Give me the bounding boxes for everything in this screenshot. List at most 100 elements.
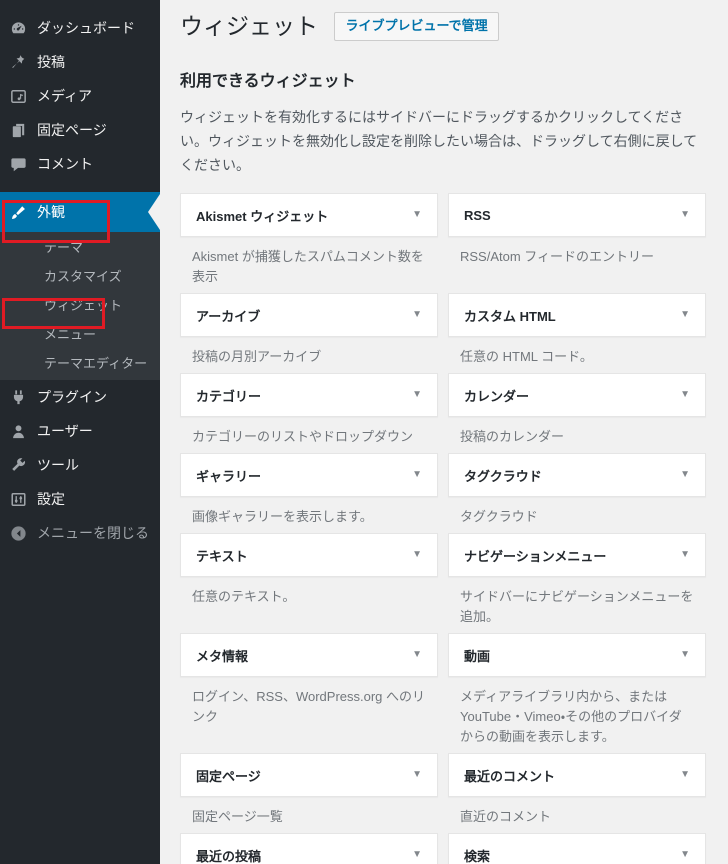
widget: RSS ▼ RSS/Atom フィードのエントリー: [448, 193, 706, 273]
widget-title: Akismet ウィジェット: [196, 208, 329, 224]
page-title: ウィジェット: [180, 13, 318, 39]
chevron-down-icon[interactable]: ▼: [680, 770, 690, 780]
widget-card[interactable]: アーカイブ ▼: [180, 293, 438, 337]
chevron-down-icon[interactable]: ▼: [412, 550, 422, 560]
pin-icon: [8, 52, 28, 72]
widget-description: カテゴリーのリストやドロップダウン: [192, 429, 414, 444]
widget-card[interactable]: RSS ▼: [448, 193, 706, 237]
widget-description: タグクラウド: [460, 509, 538, 524]
chevron-down-icon[interactable]: ▼: [680, 310, 690, 320]
chevron-down-icon[interactable]: ▼: [412, 470, 422, 480]
sidebar-item[interactable]: 投稿: [0, 45, 160, 79]
sidebar-item[interactable]: 外観: [0, 192, 160, 232]
widget-card[interactable]: ナビゲーションメニュー ▼: [448, 533, 706, 577]
chevron-down-icon[interactable]: ▼: [680, 850, 690, 860]
widget-description: RSS/Atom フィードのエントリー: [460, 249, 655, 264]
widget-description: 画像ギャラリーを表示します。: [192, 509, 373, 524]
sidebar-item[interactable]: 固定ページ: [0, 113, 160, 147]
chevron-down-icon[interactable]: ▼: [412, 310, 422, 320]
widget-card[interactable]: テキスト ▼: [180, 533, 438, 577]
widget-title: アーカイブ: [196, 308, 261, 324]
widget-card[interactable]: Akismet ウィジェット ▼: [180, 193, 438, 237]
sidebar-item[interactable]: メディア: [0, 79, 160, 113]
widget: テキスト ▼ 任意のテキスト。: [180, 533, 438, 613]
available-widgets-heading: 利用できるウィジェット: [180, 73, 356, 90]
widget: メタ情報 ▼ ログイン、RSS、WordPress.org へのリンク: [180, 633, 438, 733]
widget: 最近のコメント ▼ 直近のコメント: [448, 753, 706, 833]
widget-card[interactable]: 最近のコメント ▼: [448, 753, 706, 797]
widget: 動画 ▼ メディアライブラリ内から、または YouTube・Vimeo・その他の…: [448, 633, 706, 753]
sidebar-item-label: プラグイン: [37, 389, 107, 405]
sidebar-item[interactable]: プラグイン: [0, 380, 160, 414]
widget-description: メディアライブラリ内から、または YouTube・Vimeo・その他のプロバイダ…: [460, 689, 682, 744]
chevron-down-icon[interactable]: ▼: [412, 850, 422, 860]
sidebar-item-label: ツール: [37, 457, 79, 473]
widget: アーカイブ ▼ 投稿の月別アーカイブ: [180, 293, 438, 373]
sidebar-item[interactable]: コメント: [0, 147, 160, 181]
widget-title: 最近のコメント: [464, 768, 556, 784]
chevron-down-icon[interactable]: ▼: [412, 390, 422, 400]
sidebar-item-label: メディア: [37, 88, 93, 104]
dashboard-icon: [8, 18, 28, 38]
widget: ギャラリー ▼ 画像ギャラリーを表示します。: [180, 453, 438, 533]
sidebar-item[interactable]: メニューを閉じる: [0, 516, 160, 550]
sidebar-item-label: ユーザー: [37, 423, 93, 439]
submenu-item[interactable]: テーマエディター: [0, 349, 160, 378]
submenu-item[interactable]: カスタマイズ: [0, 262, 160, 291]
widget-title: ナビゲーションメニュー: [464, 548, 607, 564]
media-icon: [8, 86, 28, 106]
widget: タグクラウド ▼ タグクラウド: [448, 453, 706, 533]
sidebar-item[interactable]: ツール: [0, 448, 160, 482]
sidebar-item-label: ダッシュボード: [37, 20, 135, 36]
live-preview-button[interactable]: ライブプレビューで管理: [334, 12, 499, 41]
chevron-down-icon[interactable]: ▼: [412, 650, 422, 660]
widget-card[interactable]: 固定ページ ▼: [180, 753, 438, 797]
widget-card[interactable]: タグクラウド ▼: [448, 453, 706, 497]
chevron-down-icon[interactable]: ▼: [680, 210, 690, 220]
sidebar-item[interactable]: 設定: [0, 482, 160, 516]
widget-card[interactable]: カテゴリー ▼: [180, 373, 438, 417]
settings-icon: [8, 489, 28, 509]
widget-description: 投稿の月別アーカイブ: [192, 349, 322, 364]
users-icon: [8, 421, 28, 441]
plugin-icon: [8, 387, 28, 407]
available-widgets-grid: Akismet ウィジェット ▼ Akismet が捕獲したスパムコメント数を表…: [180, 193, 706, 864]
chevron-down-icon[interactable]: ▼: [680, 390, 690, 400]
submenu-item[interactable]: テーマ: [0, 233, 160, 262]
sidebar-item-label: コメント: [37, 156, 93, 172]
widget-card[interactable]: 最近の投稿 ▼: [180, 833, 438, 864]
widget-card[interactable]: ギャラリー ▼: [180, 453, 438, 497]
sidebar-item[interactable]: ユーザー: [0, 414, 160, 448]
widget-card[interactable]: メタ情報 ▼: [180, 633, 438, 677]
widget-title: 検索: [464, 848, 491, 864]
widget-card[interactable]: 動画 ▼: [448, 633, 706, 677]
widget: 検索 ▼: [448, 833, 706, 864]
widget-title: ギャラリー: [196, 468, 262, 484]
comments-icon: [8, 154, 28, 174]
tools-icon: [8, 455, 28, 475]
widget-description: 固定ページ一覧: [192, 809, 283, 824]
submenu-item[interactable]: ウィジェット: [0, 291, 160, 320]
chevron-down-icon[interactable]: ▼: [680, 550, 690, 560]
widget-card[interactable]: 検索 ▼: [448, 833, 706, 864]
chevron-down-icon[interactable]: ▼: [412, 770, 422, 780]
admin-sidebar: ダッシュボード 投稿 メディア 固定ページ コメント 外観 テーマ カスタマイズ…: [0, 0, 160, 864]
widget: ナビゲーションメニュー ▼ サイドバーにナビゲーションメニューを追加。: [448, 533, 706, 633]
widget-title: タグクラウド: [464, 468, 542, 484]
widget-card[interactable]: カスタム HTML ▼: [448, 293, 706, 337]
sidebar-item-label: 固定ページ: [37, 122, 107, 138]
widget: カレンダー ▼ 投稿のカレンダー: [448, 373, 706, 453]
widget: 最近の投稿 ▼: [180, 833, 438, 864]
sidebar-menu-top: ダッシュボード 投稿 メディア 固定ページ コメント 外観: [0, 0, 160, 232]
pages-icon: [8, 120, 28, 140]
widget-card[interactable]: カレンダー ▼: [448, 373, 706, 417]
chevron-down-icon[interactable]: ▼: [412, 210, 422, 220]
sidebar-item[interactable]: ダッシュボード: [0, 11, 160, 45]
chevron-down-icon[interactable]: ▼: [680, 650, 690, 660]
widget-title: 最近の投稿: [196, 848, 262, 864]
widget-title: 動画: [464, 648, 491, 664]
submenu-item[interactable]: メニュー: [0, 320, 160, 349]
sidebar-item-label: 投稿: [37, 54, 65, 70]
chevron-down-icon[interactable]: ▼: [680, 470, 690, 480]
sidebar-item-label: メニューを閉じる: [37, 525, 149, 541]
